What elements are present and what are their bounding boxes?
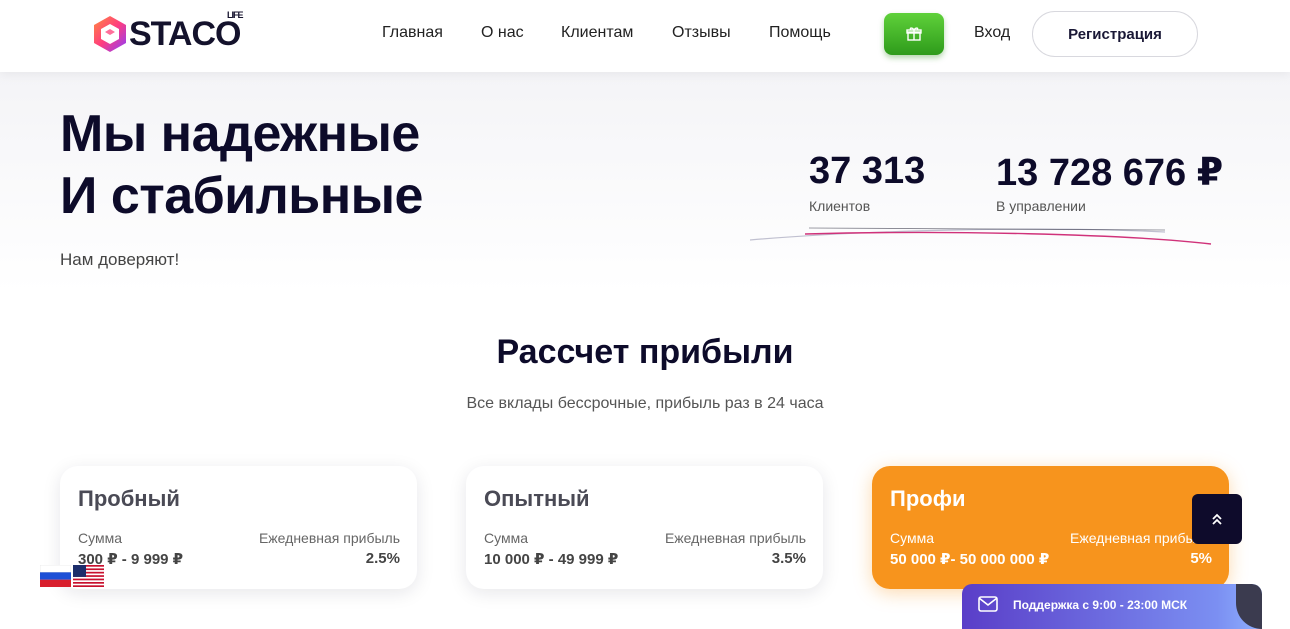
login-link[interactable]: Вход — [974, 24, 1010, 42]
support-widget[interactable]: Поддержка с 9:00 - 23:00 МСК — [962, 584, 1262, 629]
plan-range: 10 000 ₽ - 49 999 ₽ — [484, 551, 619, 568]
logo[interactable]: STACO LIFE — [93, 9, 243, 54]
plan-profit-label: Ежедневная прибыль — [258, 530, 400, 546]
plan-rate: 2.5% — [365, 550, 400, 567]
hero-title-line1: Мы надежные — [60, 105, 420, 163]
logo-text: STACO LIFE — [129, 9, 243, 53]
plan-sum-label: Сумма — [78, 530, 122, 546]
plan-name: Опытный — [484, 486, 590, 511]
us-flag-icon[interactable] — [73, 565, 104, 587]
ru-flag-icon[interactable] — [40, 565, 71, 587]
nav-home[interactable]: Главная — [382, 24, 443, 42]
stat-managed-label: В управлении — [996, 198, 1086, 214]
calc-subtitle: Все вклады бессрочные, прибыль раз в 24 … — [466, 395, 824, 412]
plan-sum-label: Сумма — [890, 530, 934, 546]
plan-name: Профи — [890, 486, 966, 511]
plan-sum-label: Сумма — [484, 530, 528, 546]
nav-clients[interactable]: Клиентам — [561, 24, 633, 42]
hero-title-line2: И стабильные — [60, 167, 423, 225]
mail-icon — [978, 596, 998, 612]
logo-cube-icon — [94, 16, 126, 52]
plan-range: 50 000 ₽- 50 000 000 ₽ — [890, 551, 1050, 568]
nav-about[interactable]: О нас — [481, 24, 524, 42]
plan-profit-label: Ежедневная прибыль — [664, 530, 806, 546]
nav-help[interactable]: Помощь — [769, 24, 831, 42]
language-switcher — [40, 565, 104, 587]
support-corner — [1236, 584, 1262, 629]
calc-title: Рассчет прибыли — [496, 333, 794, 371]
stat-clients-value: 37 313 — [809, 150, 926, 192]
gift-icon — [906, 27, 922, 41]
stat-clients-label: Клиентов — [809, 198, 871, 214]
double-chevron-up-icon — [1212, 513, 1222, 525]
hero-title: Мы надежные И стабильные — [60, 103, 423, 227]
gift-button[interactable] — [884, 13, 944, 55]
nav-reviews[interactable]: Отзывы — [672, 24, 731, 42]
support-text: Поддержка с 9:00 - 23:00 МСК — [1013, 598, 1188, 612]
plan-rate: 5% — [1190, 550, 1212, 567]
plan-card-experienced[interactable]: Опытный Сумма Ежедневная прибыль 10 000 … — [466, 466, 823, 589]
scroll-top-button[interactable] — [1192, 494, 1242, 544]
register-button[interactable]: Регистрация — [1032, 11, 1198, 57]
plan-name: Пробный — [78, 486, 180, 511]
hero-subtitle: Нам доверяют! — [60, 250, 180, 269]
plan-rate: 3.5% — [771, 550, 806, 567]
decorative-swoosh — [749, 227, 1212, 245]
plan-profit-label: Ежедневная прибы — [1070, 530, 1196, 546]
stat-managed-value: 13 728 676 ₽ — [996, 152, 1224, 194]
logo-suffix: LIFE — [226, 9, 243, 20]
plan-card-trial[interactable]: Пробный Сумма Ежедневная прибыль 300 ₽ -… — [60, 466, 417, 589]
site-header: STACO LIFE Главная О нас Клиентам Отзывы… — [0, 0, 1290, 72]
plan-card-pro[interactable]: Профи Сумма Ежедневная прибы 50 000 ₽- 5… — [872, 466, 1229, 589]
